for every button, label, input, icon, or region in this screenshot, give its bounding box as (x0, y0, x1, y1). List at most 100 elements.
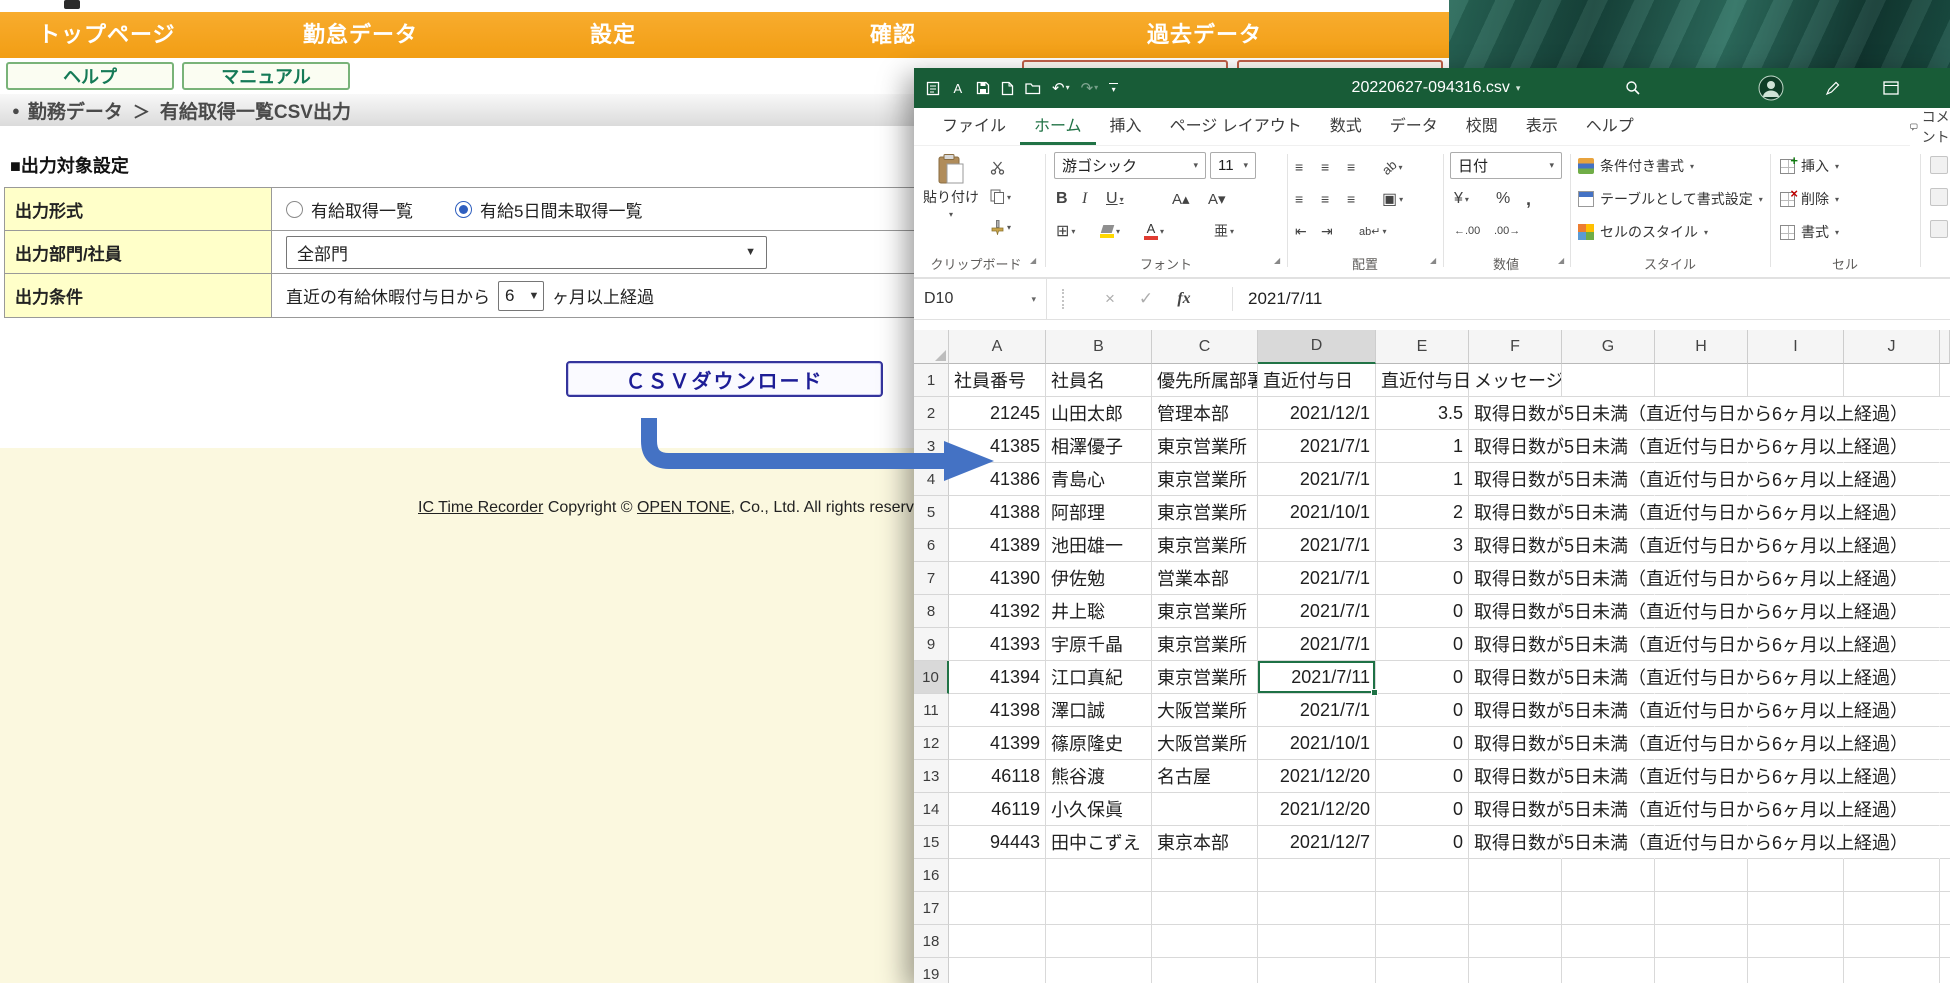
cell-A18[interactable] (949, 925, 1046, 958)
cell-F18[interactable] (1469, 925, 1562, 958)
currency-format-button[interactable]: ¥▾ (1454, 186, 1469, 212)
cell-C2[interactable]: 管理本部 (1152, 397, 1258, 430)
increase-font-button[interactable]: A▴ (1172, 186, 1190, 212)
clipboard-dialog-launcher-icon[interactable]: ◢ (1030, 256, 1036, 265)
cell-A4[interactable]: 41386 (949, 463, 1046, 496)
save-icon[interactable] (976, 81, 990, 95)
align-middle-button[interactable]: ≡ (1321, 154, 1329, 180)
increase-indent-button[interactable]: ⇥ (1321, 218, 1333, 244)
cell-B5[interactable]: 阿部理 (1046, 496, 1152, 529)
column-header-A[interactable]: A (949, 330, 1046, 364)
cell-B13[interactable]: 熊谷渡 (1046, 760, 1152, 793)
cell-F6[interactable]: 取得日数が5日未満（直近付与日から6ヶ月以上経過） (1469, 529, 1562, 562)
nav-item-5[interactable]: 過去データ (1147, 12, 1262, 58)
open-folder-icon[interactable] (1025, 82, 1041, 95)
cell-E9[interactable]: 0 (1376, 628, 1469, 661)
cell-E3[interactable]: 1 (1376, 430, 1469, 463)
paste-button[interactable]: 貼り付け ▾ (922, 150, 980, 250)
cell-B1[interactable]: 社員名 (1046, 364, 1152, 397)
row-header-15[interactable]: 15 (914, 826, 949, 859)
formula-bar-value[interactable]: 2021/7/11 (1248, 279, 1322, 319)
new-file-icon[interactable] (1001, 81, 1014, 96)
cell-B2[interactable]: 山田太郎 (1046, 397, 1152, 430)
font-dialog-launcher-icon[interactable]: ◢ (1274, 256, 1280, 265)
cell-E4[interactable]: 1 (1376, 463, 1469, 496)
cell-I1[interactable] (1748, 364, 1844, 397)
cell-F7[interactable]: 取得日数が5日未満（直近付与日から6ヶ月以上経過） (1469, 562, 1562, 595)
cancel-button[interactable]: × (1096, 279, 1124, 319)
cell-A5[interactable]: 41388 (949, 496, 1046, 529)
name-box[interactable]: D10 ▾ (914, 279, 1047, 319)
select-all-corner[interactable] (914, 330, 949, 364)
row-header-13[interactable]: 13 (914, 760, 949, 793)
manual-button[interactable]: マニュアル (182, 62, 350, 90)
row-header-9[interactable]: 9 (914, 628, 949, 661)
row-header-17[interactable]: 17 (914, 892, 949, 925)
cell-F5[interactable]: 取得日数が5日未満（直近付与日から6ヶ月以上経過） (1469, 496, 1562, 529)
cell-C8[interactable]: 東京営業所 (1152, 595, 1258, 628)
number-format-select[interactable]: 日付▾ (1450, 152, 1562, 179)
cell-C18[interactable] (1152, 925, 1258, 958)
column-header-F[interactable]: F (1469, 330, 1562, 364)
row-header-4[interactable]: 4 (914, 463, 949, 496)
insert-function-button[interactable]: fx (1170, 279, 1198, 319)
cell-F11[interactable]: 取得日数が5日未満（直近付与日から6ヶ月以上経過） (1469, 694, 1562, 727)
cell-C3[interactable]: 東京営業所 (1152, 430, 1258, 463)
cell-D16[interactable] (1258, 859, 1376, 892)
font-size-select[interactable]: 11▾ (1210, 152, 1256, 179)
row-header-6[interactable]: 6 (914, 529, 949, 562)
row-header-16[interactable]: 16 (914, 859, 949, 892)
page-setup-icon[interactable] (926, 81, 940, 96)
cell-E2[interactable]: 3.5 (1376, 397, 1469, 430)
cell-E19[interactable] (1376, 958, 1469, 983)
cell-C17[interactable] (1152, 892, 1258, 925)
cell-C11[interactable]: 大阪営業所 (1152, 694, 1258, 727)
help-button[interactable]: ヘルプ (6, 62, 174, 90)
font-name-select[interactable]: 游ゴシック▾ (1054, 152, 1206, 179)
cell-C16[interactable] (1152, 859, 1258, 892)
cell-F9[interactable]: 取得日数が5日未満（直近付与日から6ヶ月以上経過） (1469, 628, 1562, 661)
cell-G1[interactable] (1562, 364, 1655, 397)
row-header-3[interactable]: 3 (914, 430, 949, 463)
cell-I16[interactable] (1748, 859, 1844, 892)
cell-I17[interactable] (1748, 892, 1844, 925)
align-center-button[interactable]: ≡ (1321, 186, 1329, 212)
cell-B18[interactable] (1046, 925, 1152, 958)
cell-E17[interactable] (1376, 892, 1469, 925)
cell-H1[interactable] (1655, 364, 1748, 397)
ribbon-tab-6[interactable]: データ (1376, 108, 1452, 145)
radio-label-paid-leave-list[interactable]: 有給取得一覧 (311, 197, 413, 222)
font-color-button[interactable]: A▾ (1144, 218, 1164, 244)
cell-A7[interactable]: 41390 (949, 562, 1046, 595)
radio-label-under-5days-list[interactable]: 有給5日間未取得一覧 (480, 197, 642, 222)
cell-G16[interactable] (1562, 859, 1655, 892)
cell-C1[interactable]: 優先所属部署 (1152, 364, 1258, 397)
cell-F13[interactable]: 取得日数が5日未満（直近付与日から6ヶ月以上経過） (1469, 760, 1562, 793)
ribbon-tab-5[interactable]: 数式 (1316, 108, 1376, 145)
ribbon-tab-7[interactable]: 校閲 (1452, 108, 1512, 145)
cell-D14[interactable]: 2021/12/20 (1258, 793, 1376, 826)
column-header-H[interactable]: H (1655, 330, 1748, 364)
column-header-C[interactable]: C (1152, 330, 1258, 364)
nav-item-1[interactable]: トップページ (38, 12, 176, 58)
ribbon-tab-1[interactable]: ファイル (928, 108, 1020, 145)
cell-J16[interactable] (1844, 859, 1940, 892)
months-select[interactable]: 6 ▼ (498, 281, 544, 311)
cell-D17[interactable] (1258, 892, 1376, 925)
nav-item-3[interactable]: 設定 (590, 12, 636, 58)
cell-C13[interactable]: 名古屋 (1152, 760, 1258, 793)
csv-download-button[interactable]: ＣＳＶダウンロード (566, 361, 883, 397)
cell-E7[interactable]: 0 (1376, 562, 1469, 595)
cell-B10[interactable]: 江口真紀 (1046, 661, 1152, 694)
cell-B15[interactable]: 田中こずえ (1046, 826, 1152, 859)
cell-A19[interactable] (949, 958, 1046, 983)
column-header-J[interactable]: J (1844, 330, 1940, 364)
borders-button[interactable]: ⊞▾ (1056, 218, 1075, 244)
increase-decimal-button[interactable]: ←.00 (1454, 218, 1480, 244)
open-tone-link[interactable]: OPEN TONE (637, 499, 731, 516)
cell-A14[interactable]: 46119 (949, 793, 1046, 826)
cell-B4[interactable]: 青島心 (1046, 463, 1152, 496)
cell-F1[interactable]: メッセージ (1469, 364, 1562, 397)
cell-C14[interactable] (1152, 793, 1258, 826)
cell-A8[interactable]: 41392 (949, 595, 1046, 628)
